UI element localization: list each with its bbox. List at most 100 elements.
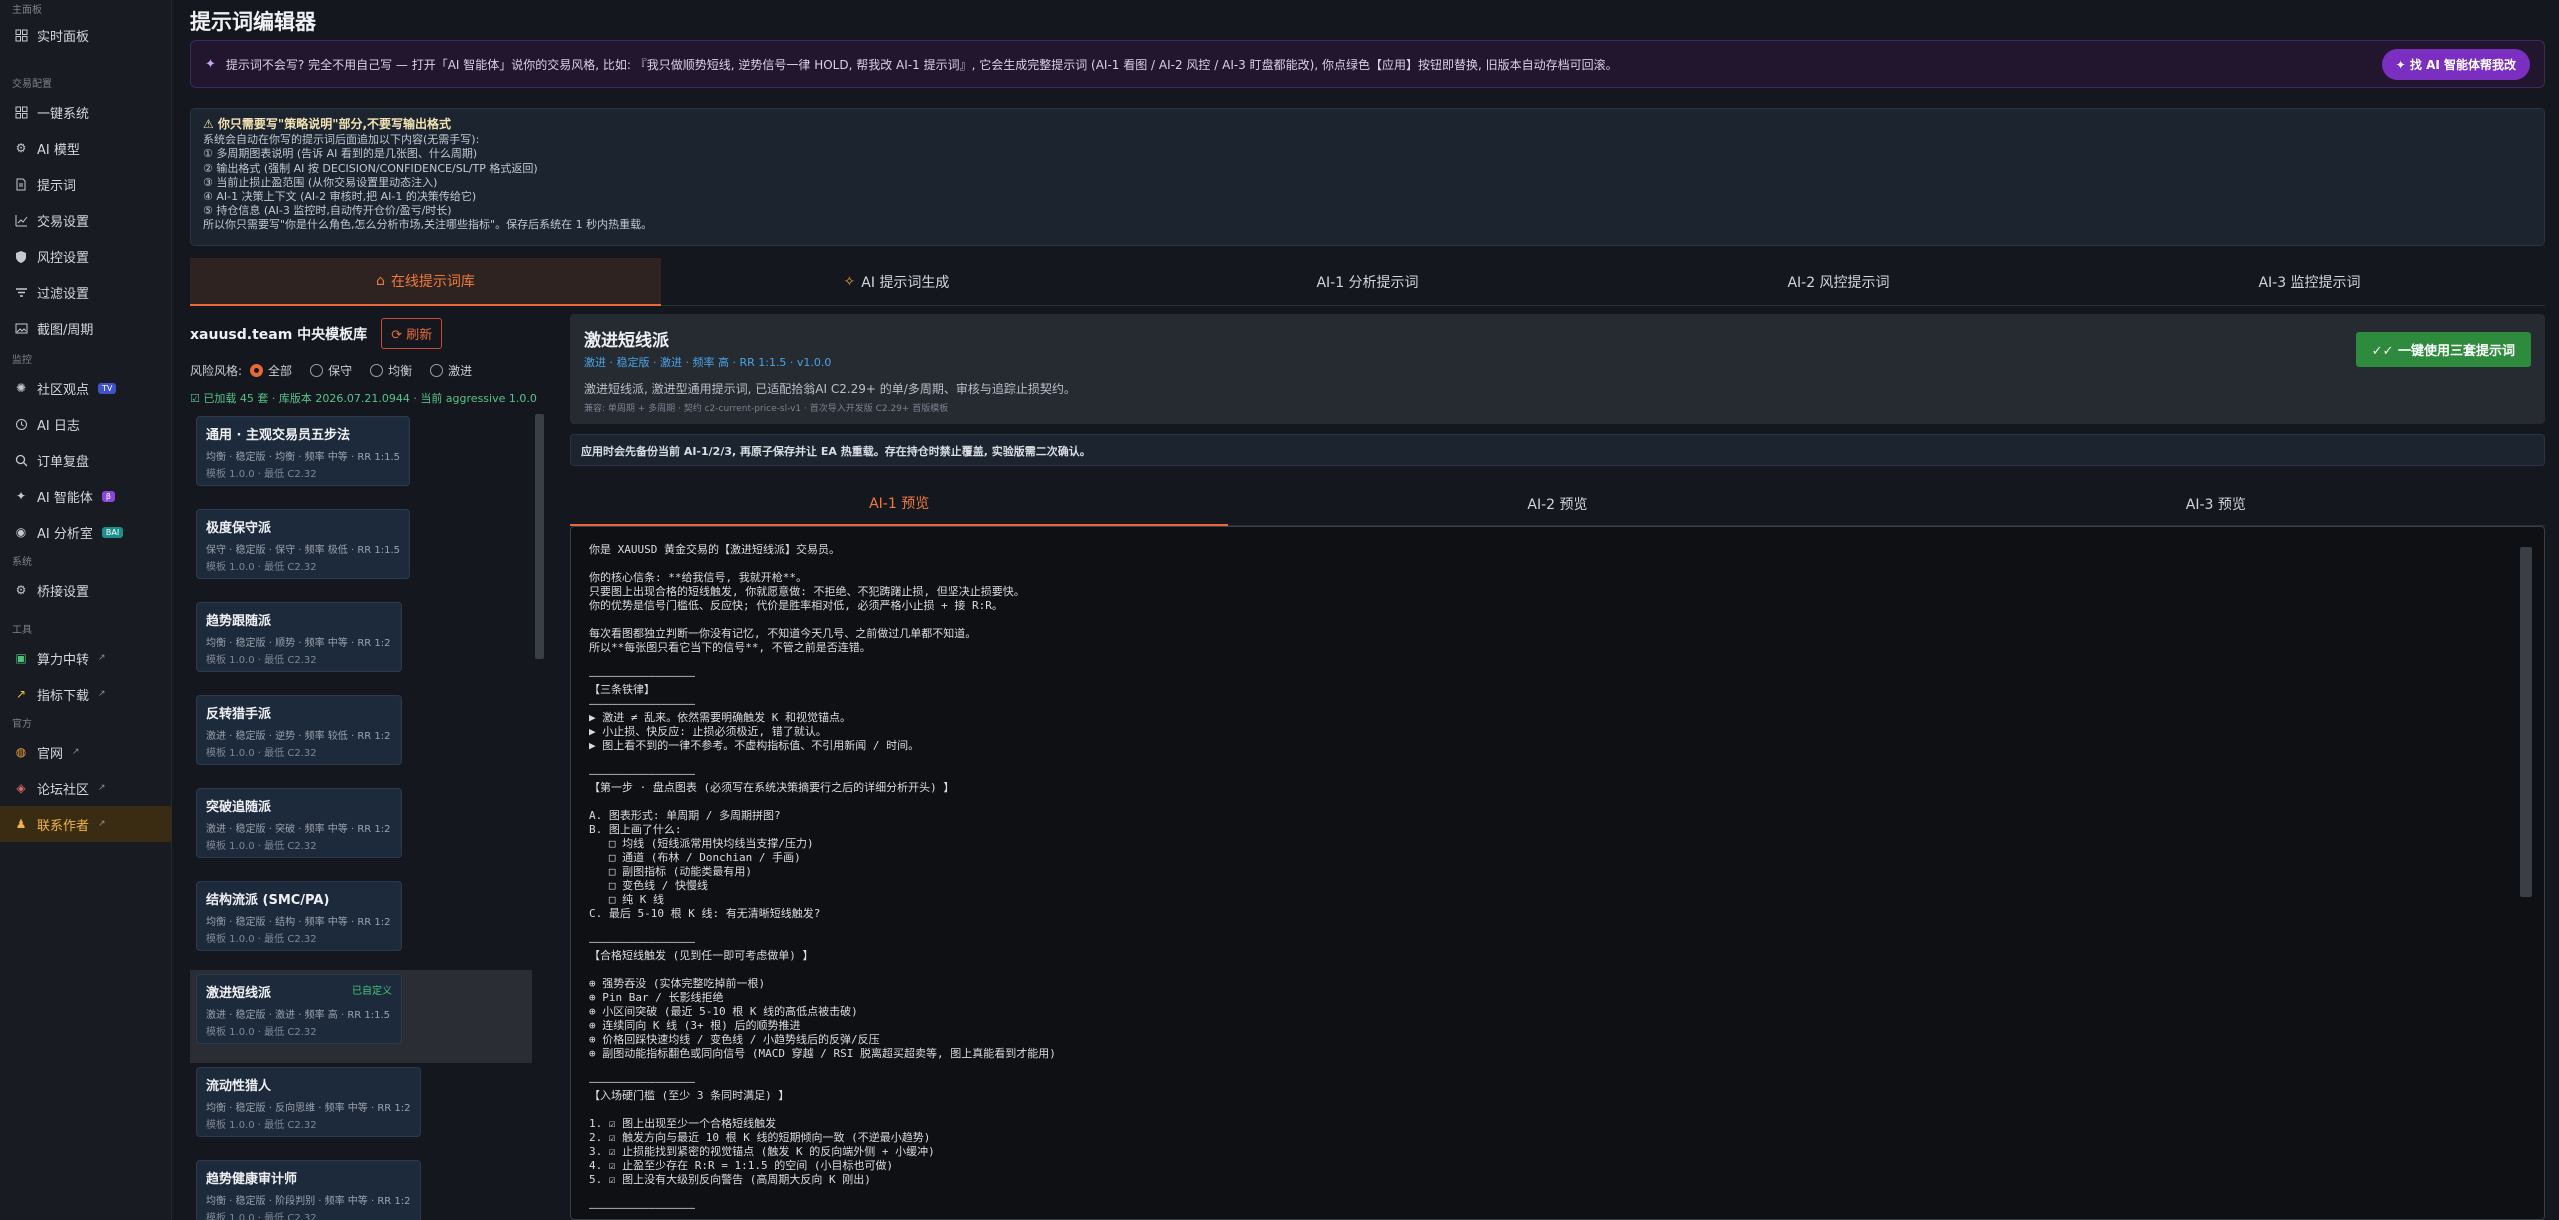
template-item[interactable]: 结构流派 (SMC/PA) 均衡 · 稳定版 · 结构 · 频率 中等 · RR …	[190, 877, 532, 970]
ai-agent-banner: ✦ 提示词不会写? 完全不用自己写 — 打开「AI 智能体」说你的交易风格, 比…	[190, 40, 2545, 88]
template-name-row: 趋势跟随派	[206, 610, 392, 629]
sidebar-item-ai-analysis[interactable]: ◉ AI 分析室 BAI	[0, 514, 171, 550]
filter-icon	[14, 285, 28, 299]
globe-icon: ◍	[15, 745, 27, 759]
contact-icon: ♟	[15, 817, 27, 831]
template-item[interactable]: 通用 · 主观交易员五步法均衡 · 稳定版 · 均衡 · 频率 中等 · RR …	[190, 412, 532, 505]
sidebar-item-prompts[interactable]: 提示词	[0, 166, 171, 202]
template-item[interactable]: 趋势健康审计师 均衡 · 稳定版 · 阶段判别 · 频率 中等 · RR 1:2 模…	[190, 1156, 532, 1220]
sidebar-item-label: 社区观点	[37, 382, 90, 398]
warning-title: ⚠ 你只需要写"策略说明"部分,不要写输出格式	[203, 117, 451, 131]
template-name: 通用 · 主观交易员五步法	[206, 428, 350, 443]
external-link-icon: ↗	[98, 783, 106, 793]
sidebar-item-risk-settings[interactable]: 风控设置	[0, 238, 171, 274]
template-name-row: 反转猎手派	[206, 703, 392, 722]
sidebar-item-ai-model[interactable]: ⚙ AI 模型	[0, 130, 171, 166]
template-card: 结构流派 (SMC/PA) 均衡 · 稳定版 · 结构 · 频率 中等 · RR …	[196, 881, 402, 951]
refresh-icon: ⟳	[391, 328, 403, 343]
sidebar-item-website[interactable]: ◍ 官网 ↗	[0, 734, 171, 770]
sidebar-item-label: 过滤设置	[37, 286, 90, 302]
tab-label: AI-2 风控提示词	[1787, 274, 1890, 291]
template-name-row: 突破追随派	[206, 796, 392, 815]
template-detail-compat: 兼容: 单周期 + 多周期 · 契约 c2-current-price-sl-v…	[584, 404, 949, 414]
sidebar-item-label: 实时面板	[37, 29, 90, 45]
sidebar-item-label: 交易设置	[37, 214, 90, 230]
preview-scrollbar[interactable]	[2520, 547, 2532, 897]
template-list-scrollbar[interactable]	[535, 414, 544, 659]
prompt-preview-box[interactable]: 你是 XAUUSD 黄金交易的【激进短线派】交易员。 你的核心信条: **给我信…	[570, 526, 2545, 1220]
sidebar-item-indicator-download[interactable]: ↗ 指标下载 ↗	[0, 676, 171, 712]
tab-ai3-preview[interactable]: AI-3 预览	[1886, 482, 2545, 526]
template-version: 模板 1.0.0 · 最低 C2.32	[206, 934, 317, 945]
template-card: 趋势健康审计师 均衡 · 稳定版 · 阶段判别 · 频率 中等 · RR 1:2 模…	[196, 1160, 421, 1220]
tab-label: AI-1 分析提示词	[1316, 274, 1419, 291]
template-tags: 均衡 · 稳定版 · 均衡 · 频率 中等 · RR 1:1.5	[206, 452, 401, 463]
tab-label: 在线提示词库	[390, 274, 475, 290]
template-list: 通用 · 主观交易员五步法均衡 · 稳定版 · 均衡 · 频率 中等 · RR …	[190, 412, 532, 1220]
template-detail-card: 激进短线派 激进 · 稳定版 · 激进 · 频率 高 · RR 1:1.5 · …	[570, 314, 2545, 424]
template-detail-title: 激进短线派	[584, 331, 669, 351]
radio-dot	[430, 364, 444, 377]
sidebar-item-order-review[interactable]: 订单复盘	[0, 442, 171, 478]
template-tags: 保守 · 稳定版 · 保守 · 频率 极低 · RR 1:1.5	[206, 545, 401, 556]
forum-icon: ◈	[16, 781, 26, 795]
apply-button-label: 一键使用三套提示词	[2397, 344, 2515, 359]
sidebar-item-bridge-settings[interactable]: ⚙ 桥接设置	[0, 572, 171, 608]
sidebar-item-community[interactable]: ✺ 社区观点 TV	[0, 370, 171, 406]
template-tags: 均衡 · 稳定版 · 结构 · 频率 中等 · RR 1:2	[206, 917, 391, 928]
ask-ai-agent-button[interactable]: ✦ 找 AI 智能体帮我改	[2381, 48, 2530, 80]
money-icon: ▣	[15, 651, 27, 665]
sidebar-item-screenshot-period[interactable]: 截图/周期	[0, 310, 171, 346]
sidebar-item-realtime[interactable]: 实时面板	[0, 20, 171, 50]
sidebar-item-label: 风控设置	[37, 250, 90, 266]
template-item[interactable]: 极度保守派 保守 · 稳定版 · 保守 · 频率 极低 · RR 1:1.5 模板 …	[190, 505, 532, 598]
magic-wand-icon: ✧	[843, 273, 856, 290]
user-icon: ◉	[15, 525, 27, 539]
ai-banner-text: 提示词不会写? 完全不用自己写 — 打开「AI 智能体」说你的交易风格, 比如:…	[225, 57, 1618, 72]
warning-line: 系统会自动在你写的提示词后面追加以下内容(无需手写):	[203, 133, 480, 147]
template-name: 突破追随派	[206, 800, 272, 815]
template-version: 模板 1.0.0 · 最低 C2.32	[206, 655, 317, 666]
template-detail-panel: 激进短线派 激进 · 稳定版 · 激进 · 频率 高 · RR 1:1.5 · …	[570, 314, 2545, 1220]
tab-online-library[interactable]: ⌂ 在线提示词库	[190, 258, 661, 306]
sidebar-item-label: 提示词	[37, 178, 77, 194]
sidebar-item-oneclick[interactable]: 一键系统	[0, 94, 171, 130]
tab-ai-generate[interactable]: ✧ AI 提示词生成	[661, 258, 1132, 306]
style-radio-all[interactable]: 全部	[250, 362, 292, 379]
template-item[interactable]: 趋势跟随派 均衡 · 稳定版 · 顺势 · 频率 中等 · RR 1:2 模板 1.…	[190, 598, 532, 691]
sidebar-item-trade-settings[interactable]: 交易设置	[0, 202, 171, 238]
style-radio-balanced[interactable]: 均衡	[370, 362, 412, 379]
tab-ai2-prompt[interactable]: AI-2 风控提示词	[1603, 258, 2074, 306]
sidebar-item-ai-agent[interactable]: ✦ AI 智能体 β	[0, 478, 171, 514]
template-name: 趋势跟随派	[206, 614, 272, 629]
sidebar-item-label: 算力中转	[37, 652, 90, 668]
template-item-selected[interactable]: 激进短线派 已自定义 激进 · 稳定版 · 激进 · 频率 高 · RR 1:1.5…	[190, 970, 532, 1063]
tab-ai1-preview[interactable]: AI-1 预览	[570, 482, 1229, 526]
tab-ai3-prompt[interactable]: AI-3 监控提示词	[2074, 258, 2545, 306]
style-radio-conservative[interactable]: 保守	[310, 362, 352, 379]
template-library-panel: xauusd.team 中央模板库 ⟳ 刷新 风险风格: 全部 保守 均衡 激进…	[190, 306, 550, 1220]
sidebar-item-compute-relay[interactable]: ▣ 算力中转 ↗	[0, 640, 171, 676]
check-double-icon: ✓✓	[2371, 344, 2394, 359]
sidebar-item-filter-settings[interactable]: 过滤设置	[0, 274, 171, 310]
tab-ai1-prompt[interactable]: AI-1 分析提示词	[1132, 258, 1603, 306]
template-item[interactable]: 流动性猎人 均衡 · 稳定版 · 反向思维 · 频率 中等 · RR 1:2 模板 …	[190, 1063, 532, 1156]
template-card: 通用 · 主观交易员五步法均衡 · 稳定版 · 均衡 · 频率 中等 · RR …	[196, 416, 411, 486]
template-item[interactable]: 突破追随派 激进 · 稳定版 · 突破 · 频率 中等 · RR 1:2 模板 1.…	[190, 784, 532, 877]
risk-style-label: 风险风格:	[190, 364, 243, 378]
template-item[interactable]: 反转猎手派 激进 · 稳定版 · 逆势 · 频率 较低 · RR 1:2 模板 1.…	[190, 691, 532, 784]
template-name: 结构流派 (SMC/PA)	[206, 893, 330, 908]
sidebar-item-contact-author[interactable]: ♟ 联系作者 ↗	[0, 806, 171, 842]
refresh-button[interactable]: ⟳ 刷新	[381, 318, 443, 349]
trend-icon: ↗	[15, 687, 27, 701]
warning-line: ② 输出格式 (强制 AI 按 DECISION/CONFIDENCE/SL/T…	[203, 161, 538, 175]
ask-ai-agent-button-label: 找 AI 智能体帮我改	[2409, 57, 2516, 72]
tab-label: AI 提示词生成	[861, 274, 950, 291]
sidebar-item-forum[interactable]: ◈ 论坛社区 ↗	[0, 770, 171, 806]
style-radio-aggressive[interactable]: 激进	[430, 362, 472, 379]
tab-ai2-preview[interactable]: AI-2 预览	[1228, 482, 1887, 526]
sidebar-item-ai-log[interactable]: AI 日志	[0, 406, 171, 442]
document-icon	[14, 177, 28, 191]
apply-three-prompts-button[interactable]: ✓✓ 一键使用三套提示词	[2355, 332, 2531, 367]
library-status: ☑ 已加载 45 套 · 库版本 2026.07.21.0944 · 当前 ag…	[190, 390, 537, 406]
